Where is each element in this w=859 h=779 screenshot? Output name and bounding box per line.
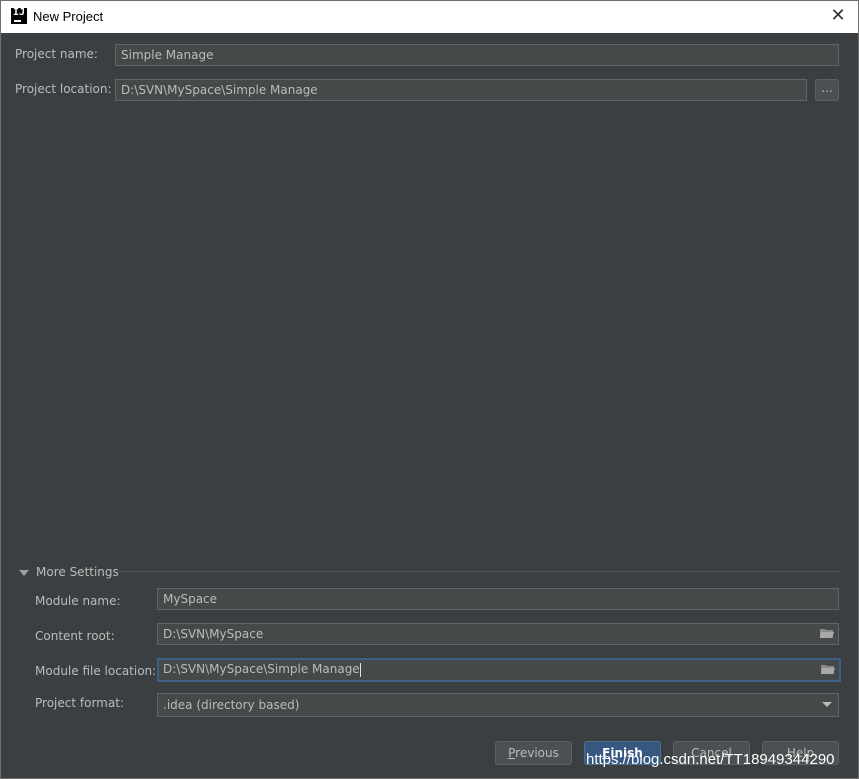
module-name-label: Module name: — [35, 594, 121, 608]
more-settings-divider — [117, 571, 840, 572]
folder-icon[interactable] — [821, 664, 835, 675]
more-settings-title[interactable]: More Settings — [36, 565, 119, 579]
new-project-dialog: New Project ✕ Project name: Simple Manag… — [0, 0, 859, 779]
content-root-value: D:\SVN\MySpace — [163, 627, 264, 641]
watermark: https://blog.csdn.net/TT18949344290 — [586, 751, 835, 768]
project-format-select[interactable]: .idea (directory based) — [157, 693, 839, 717]
project-name-label: Project name: — [15, 47, 98, 61]
module-name-value: MySpace — [163, 592, 218, 606]
content-root-input[interactable]: D:\SVN\MySpace — [157, 623, 839, 645]
project-location-label: Project location: — [15, 82, 112, 96]
browse-location-button[interactable]: ... — [815, 79, 839, 101]
project-format-value: .idea (directory based) — [163, 698, 300, 712]
module-file-location-label: Module file location: — [35, 664, 157, 678]
project-location-input[interactable]: D:\SVN\MySpace\Simple Manage — [115, 79, 807, 101]
module-name-input[interactable]: MySpace — [157, 588, 839, 610]
title-bar[interactable]: New Project ✕ — [1, 1, 858, 33]
window-title: New Project — [33, 9, 104, 24]
folder-icon[interactable] — [820, 628, 834, 639]
close-button[interactable]: ✕ — [828, 6, 848, 26]
project-location-value: D:\SVN\MySpace\Simple Manage — [121, 83, 318, 97]
collapse-triangle-icon[interactable] — [19, 570, 29, 576]
content-root-label: Content root: — [35, 629, 115, 643]
text-cursor — [359, 662, 361, 677]
previous-button[interactable]: Previous — [495, 741, 572, 765]
project-name-input[interactable]: Simple Manage — [115, 44, 839, 66]
module-file-location-input[interactable]: D:\SVN\MySpace\Simple Manage — [157, 658, 841, 682]
project-name-value: Simple Manage — [121, 48, 214, 62]
intellij-app-icon — [11, 7, 27, 24]
chevron-down-icon — [822, 702, 832, 707]
previous-label: revious — [515, 746, 559, 760]
project-format-label: Project format: — [35, 696, 124, 710]
module-file-location-value: D:\SVN\MySpace\Simple Manage — [163, 662, 360, 676]
